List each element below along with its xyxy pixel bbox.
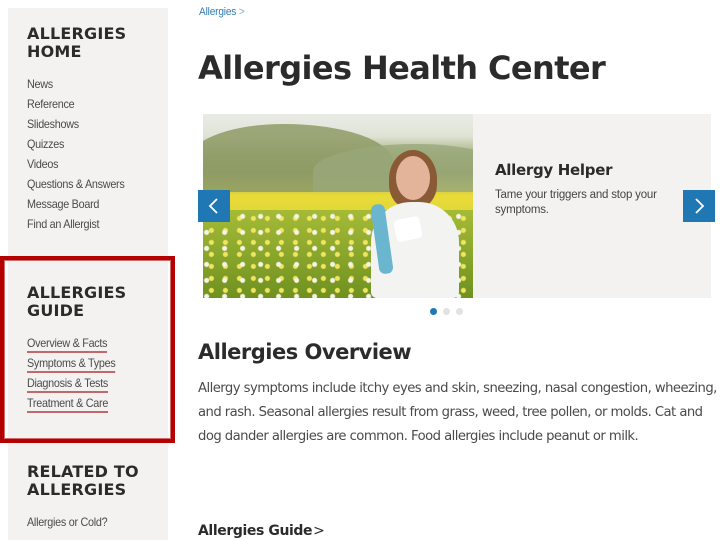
sidebar-link[interactable]: News: [27, 77, 53, 91]
sidebar-link[interactable]: Message Board: [27, 197, 99, 211]
guide-link-label: Allergies Guide: [198, 523, 313, 539]
image-person-head: [396, 156, 430, 200]
breadcrumb-separator: >: [238, 6, 245, 18]
page-title: Allergies Health Center: [198, 49, 606, 87]
heading-line: HOME: [27, 42, 82, 61]
page: ALLERGIES HOME News Reference Slideshows…: [0, 0, 727, 540]
sidebar-item-reference[interactable]: Reference: [27, 94, 125, 114]
overview-text: Allergy symptoms include itchy eyes and …: [198, 381, 717, 444]
chevron-right-icon: [695, 198, 705, 214]
chevron-left-icon: [208, 198, 218, 214]
carousel-next-button[interactable]: [683, 190, 715, 222]
chevron-right-icon: >: [313, 523, 325, 539]
sidebar-link[interactable]: Slideshows: [27, 117, 79, 131]
sidebar-item-allergies-or-cold[interactable]: Allergies or Cold?: [27, 512, 128, 532]
sidebar-home-list: News Reference Slideshows Quizzes Videos…: [27, 74, 135, 234]
sidebar-item-questions-answers[interactable]: Questions & Answers: [27, 174, 125, 194]
sidebar-item-find-allergist[interactable]: Find an Allergist: [27, 214, 125, 234]
guide-link[interactable]: Overview & Facts: [27, 336, 108, 353]
sidebar-item-diagnosis-tests[interactable]: Diagnosis & Tests: [27, 373, 116, 393]
sidebar-section-related: RELATED TO ALLERGIES Allergies or Cold?: [27, 463, 139, 532]
sidebar-heading-home: ALLERGIES HOME: [27, 25, 135, 61]
sidebar-link[interactable]: Quizzes: [27, 137, 64, 151]
sidebar-link[interactable]: Questions & Answers: [27, 177, 125, 191]
sidebar-item-slideshows[interactable]: Slideshows: [27, 114, 125, 134]
sidebar-item-message-board[interactable]: Message Board: [27, 194, 125, 214]
sidebar-item-quizzes[interactable]: Quizzes: [27, 134, 125, 154]
slide-title[interactable]: Allergy Helper: [495, 161, 612, 179]
sidebar-section-home: ALLERGIES HOME News Reference Slideshows…: [27, 25, 135, 234]
slide-caption-panel[interactable]: Allergy Helper Tame your triggers and st…: [473, 114, 711, 298]
sidebar-link[interactable]: Find an Allergist: [27, 217, 100, 231]
overview-title: Allergies Overview: [198, 340, 412, 364]
guide-link[interactable]: Symptoms & Types: [27, 356, 116, 373]
sidebar-section-guide: ALLERGIES GUIDE Overview & Facts Symptom…: [27, 284, 126, 413]
sidebar-item-news[interactable]: News: [27, 74, 125, 94]
sidebar-heading-guide: ALLERGIES GUIDE: [27, 284, 126, 320]
heading-line: GUIDE: [27, 301, 85, 320]
carousel-dot-3[interactable]: [456, 308, 463, 315]
heading-line: RELATED TO: [27, 462, 139, 481]
slide-text: Tame your triggers and stop your symptom…: [495, 189, 657, 216]
sidebar-item-videos[interactable]: Videos: [27, 154, 125, 174]
heading-line: ALLERGIES: [27, 480, 127, 499]
sidebar-guide-list: Overview & Facts Symptoms & Types Diagno…: [27, 333, 126, 413]
sidebar-item-treatment-care[interactable]: Treatment & Care: [27, 393, 116, 413]
sidebar-link[interactable]: Reference: [27, 97, 75, 111]
carousel: Allergy Helper Tame your triggers and st…: [203, 114, 711, 298]
sidebar-item-symptoms-types[interactable]: Symptoms & Types: [27, 353, 116, 373]
heading-line: ALLERGIES: [27, 283, 127, 302]
carousel-prev-button[interactable]: [198, 190, 230, 222]
sidebar-link[interactable]: Allergies or Cold?: [27, 515, 108, 529]
sidebar-related-list: Allergies or Cold?: [27, 512, 139, 532]
allergies-guide-link[interactable]: Allergies Guide>: [198, 523, 325, 539]
guide-link[interactable]: Treatment & Care: [27, 396, 108, 413]
heading-line: ALLERGIES: [27, 24, 127, 43]
carousel-pagination: [430, 308, 463, 315]
breadcrumb: Allergies >: [199, 6, 245, 18]
sidebar-item-overview-facts[interactable]: Overview & Facts: [27, 333, 116, 353]
breadcrumb-item-allergies[interactable]: Allergies: [199, 6, 236, 18]
sidebar-heading-related: RELATED TO ALLERGIES: [27, 463, 139, 499]
guide-link[interactable]: Diagnosis & Tests: [27, 376, 108, 393]
sidebar-link[interactable]: Videos: [27, 157, 58, 171]
carousel-dot-2[interactable]: [443, 308, 450, 315]
carousel-dot-1[interactable]: [430, 308, 437, 315]
slide-image[interactable]: [203, 114, 473, 298]
